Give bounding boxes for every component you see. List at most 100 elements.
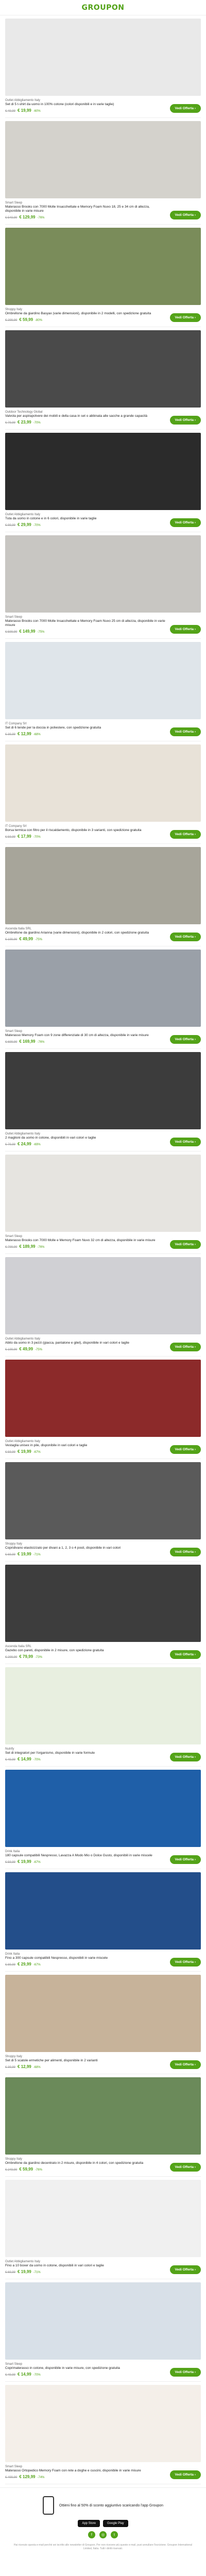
deal-card[interactable]: Drink Italia 180 capsule compatibili Nes… [0,1767,206,1869]
deal-card[interactable]: Shoppy Italy Set di 5 scatole ermetiche … [0,1972,206,2074]
view-offer-button[interactable]: Vedi Offerta › [169,211,201,219]
twitter-icon[interactable]: t [111,2531,118,2538]
view-offer-button[interactable]: Vedi Offerta › [169,625,201,634]
deal-image[interactable] [5,535,201,613]
deal-image[interactable] [5,847,201,924]
deal-card[interactable]: Outlet Abbigliamento Italy 2 maglioni da… [0,1049,206,1151]
deal-title[interactable]: Abito da uomo in 3 pezzi (giacca, pantal… [5,1341,166,1345]
view-offer-button[interactable]: Vedi Offerta › [169,830,201,839]
view-offer-button[interactable]: Vedi Offerta › [169,313,201,322]
deal-title[interactable]: Ombrellone da giardino Arianna (varie di… [5,931,166,935]
deal-card[interactable]: Drink Italia Fino a 300 capsule compatib… [0,1869,206,1972]
deal-title[interactable]: Materasso Brooks con 7000 Molle e Memory… [5,1239,166,1243]
view-offer-button[interactable]: Vedi Offerta › [169,1855,201,1864]
deal-title[interactable]: Set di 5 t-shirt da uomo in 100% cotone … [5,103,166,107]
view-offer-button[interactable]: Vedi Offerta › [169,2265,201,2274]
deal-card[interactable]: Shoppy Italy Ombrellone da giardino dece… [0,2074,206,2177]
deal-card[interactable]: IT Company Srl Set di 6 tende per la doc… [0,639,206,741]
view-offer-button[interactable]: Vedi Offerta › [169,2060,201,2069]
deal-image[interactable] [5,2077,201,2155]
view-offer-button[interactable]: Vedi Offerta › [169,1240,201,1249]
deal-image[interactable] [5,2180,201,2257]
deal-image[interactable] [5,1565,201,1642]
deal-image[interactable] [5,642,201,719]
deal-image[interactable] [5,2385,201,2462]
instagram-icon[interactable]: ◎ [99,2531,107,2538]
deal-title[interactable]: Set di integratori per l'organismo, disp… [5,1751,166,1755]
deal-card[interactable]: Smart Sleep Materasso Memory Foam con 9 … [0,946,206,1049]
view-offer-button[interactable]: Vedi Offerta › [169,1445,201,1454]
deal-image[interactable] [5,1360,201,1437]
deal-image[interactable] [5,1257,201,1334]
view-offer-button[interactable]: Vedi Offerta › [169,1958,201,1967]
deal-title[interactable]: 180 capsule compatibili Nespresso, Lavaz… [5,1854,166,1858]
deal-card[interactable]: Outlet Abbigliamento Italy Set di 5 t-sh… [0,15,206,118]
deal-card[interactable]: Outlet Abbigliamento Italy Abito da uomo… [0,1254,206,1357]
deal-title[interactable]: Copridivano elasticizzato per divani a 1… [5,1546,166,1550]
deal-card[interactable]: Outlet Abbigliamento Italy Vestaglia uni… [0,1357,206,1459]
deal-title[interactable]: Borsa termica con filtro per il riscalda… [5,828,166,833]
deal-card[interactable]: Nutrify Set di integratori per l'organis… [0,1664,206,1767]
view-offer-button[interactable]: Vedi Offerta › [169,2368,201,2377]
view-offer-button[interactable]: Vedi Offerta › [169,1035,201,1044]
deal-title[interactable]: Vestaglia unisex in pile, disponibile in… [5,1444,166,1448]
deal-title[interactable]: Materasso Brooks con 7000 Molle Insacche… [5,619,166,628]
view-offer-button[interactable]: Vedi Offerta › [169,2163,201,2172]
deal-image[interactable] [5,19,201,96]
deal-image[interactable] [5,2282,201,2360]
deal-card[interactable]: Smart Sleep Materasso Brooks con 7000 Mo… [0,1151,206,1254]
view-offer-button[interactable]: Vedi Offerta › [169,1548,201,1556]
view-offer-button[interactable]: Vedi Offerta › [169,416,201,425]
deal-title[interactable]: 2 maglioni da uomo in cotone, disponibil… [5,1136,166,1140]
deal-title[interactable]: Tuta da uomo in cotone e in 6 colori, di… [5,517,166,521]
deal-card[interactable]: Shoppy Italy Copridivano elasticizzato p… [0,1459,206,1562]
deal-title[interactable]: Set di 5 scatole ermetiche per alimenti,… [5,2059,166,2063]
view-offer-button[interactable]: Vedi Offerta › [169,1343,201,1351]
view-offer-button[interactable]: Vedi Offerta › [169,518,201,527]
deal-image[interactable] [5,1052,201,1129]
view-offer-button[interactable]: Vedi Offerta › [169,1650,201,1659]
deal-image[interactable] [5,1462,201,1539]
app-store-badge[interactable]: App Store [78,2520,100,2527]
facebook-icon[interactable]: f [88,2531,95,2538]
deal-title[interactable]: Materasso Memory Foam con 9 zone differe… [5,1033,166,1038]
view-offer-button[interactable]: Vedi Offerta › [169,2470,201,2479]
view-offer-button[interactable]: Vedi Offerta › [169,104,201,113]
deal-image[interactable] [5,433,201,510]
deal-title[interactable]: Materasso Ortopedico Memory Foam con ret… [5,2469,166,2473]
deal-card[interactable]: Shoppy Italy Ombrellone da giardino Basy… [0,225,206,327]
deal-image[interactable] [5,1770,201,1847]
view-offer-button[interactable]: Vedi Offerta › [169,933,201,941]
deal-card[interactable]: Smart Sleep Materasso Brooks con 7000 Mo… [0,118,206,225]
deal-card[interactable]: IT Company Srl Borsa termica con filtro … [0,741,206,844]
deal-image[interactable] [5,1667,201,1744]
view-offer-button[interactable]: Vedi Offerta › [169,1138,201,1146]
deal-title[interactable]: Fino a 300 capsule compatibili Nespresso… [5,1956,166,1960]
deal-card[interactable]: Ascenda Italia SRL Gazebo con pareti, di… [0,1562,206,1664]
deal-card[interactable]: Smart Sleep Materasso Ortopedico Memory … [0,2382,206,2484]
deal-image[interactable] [5,1155,201,1232]
deal-image[interactable] [5,1975,201,2052]
deal-title[interactable]: Fino a 10 boxer da uomo in cotone, dispo… [5,2264,166,2268]
deal-image[interactable] [5,950,201,1027]
deal-title[interactable]: Set di 6 tende per la doccia in polieste… [5,726,166,730]
view-offer-button[interactable]: Vedi Offerta › [169,727,201,736]
deal-card[interactable]: Outlet Abbigliamento Italy Tuta da uomo … [0,430,206,532]
deal-image[interactable] [5,330,201,408]
view-offer-button[interactable]: Vedi Offerta › [169,1753,201,1761]
deal-card[interactable]: Smart Sleep Coprimaterasso in cotone, di… [0,2279,206,2382]
deal-title[interactable]: Gazebo con pareti, disponibile in 2 misu… [5,1649,166,1653]
google-play-badge[interactable]: Google Play [103,2520,128,2527]
groupon-logo[interactable]: GROUPON [82,4,125,12]
deal-card[interactable]: Outdoor Technology Global Valvola per as… [0,327,206,430]
deal-card[interactable]: Outlet Abbigliamento Italy Fino a 10 box… [0,2177,206,2279]
deal-image[interactable] [5,121,201,198]
deal-title[interactable]: Valvola per aspirapolvere dei mobili e d… [5,414,166,418]
deal-image[interactable] [5,744,201,822]
deal-image[interactable] [5,228,201,305]
deal-title[interactable]: Coprimaterasso in cotone, disponibile in… [5,2366,166,2370]
deal-title[interactable]: Ombrellone da giardino Basyax (varie dim… [5,312,166,316]
deal-image[interactable] [5,1872,201,1950]
deal-card[interactable]: Ascenda Italia SRL Ombrellone da giardin… [0,844,206,946]
deal-title[interactable]: Ombrellone da giardino decentrato in 2 m… [5,2161,166,2165]
